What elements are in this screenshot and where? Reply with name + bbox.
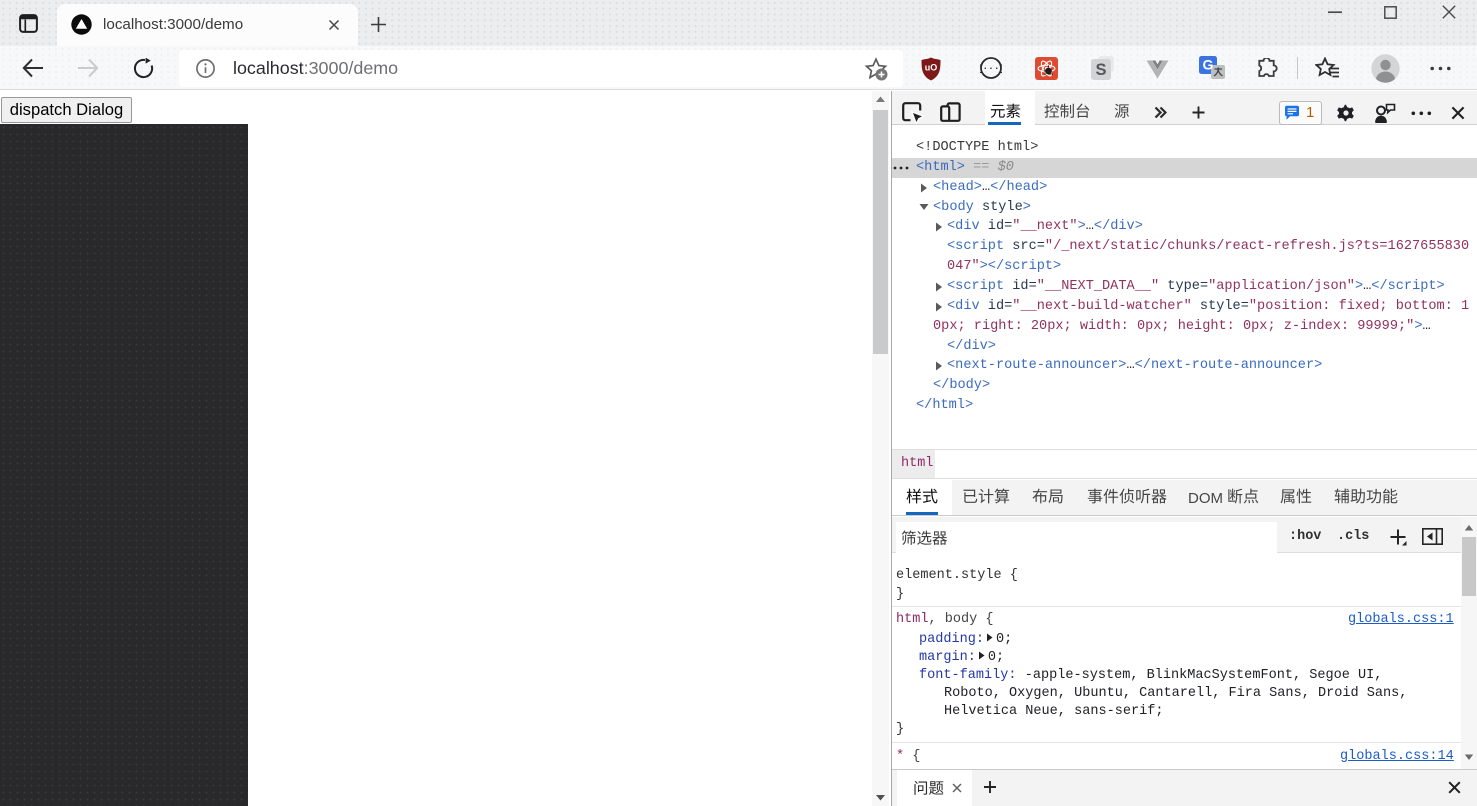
svg-text:G: G [1203, 57, 1214, 73]
svg-text:{···}: {···} [980, 63, 1002, 74]
svg-text:uO: uO [925, 63, 938, 73]
svg-text:S: S [1095, 61, 1106, 79]
